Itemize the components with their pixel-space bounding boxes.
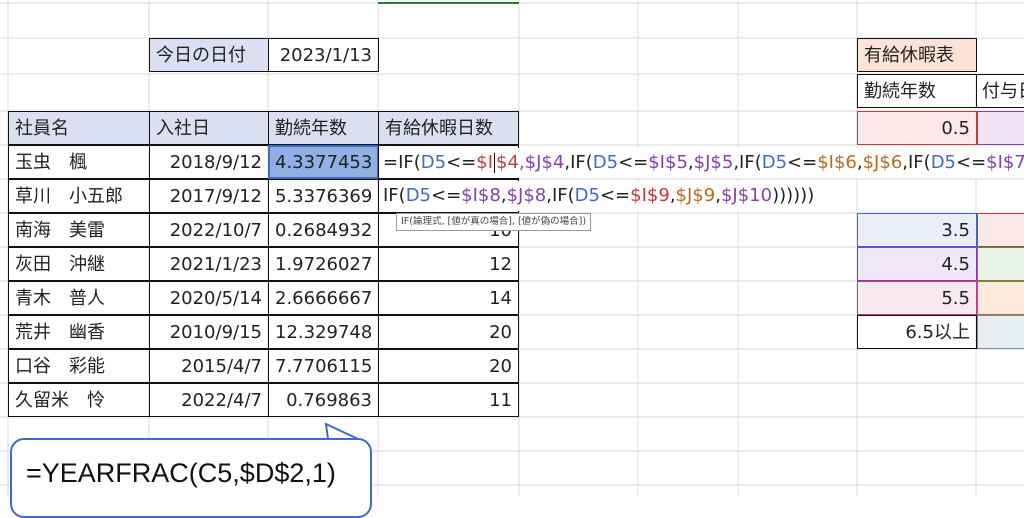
formula-token: $J$8 (506, 185, 547, 206)
leave-years-5[interactable]: 4.5 (857, 247, 977, 281)
paid-leave-days-cell[interactable]: 12 (378, 247, 519, 281)
hire-date-cell[interactable]: 2022/4/7 (149, 383, 269, 417)
hire-date-cell[interactable]: 2020/5/14 (149, 281, 269, 315)
leave-grant-6[interactable] (977, 281, 1024, 315)
formula-token: $I (476, 152, 494, 173)
employee-name-cell[interactable]: 灰田 沖継 (8, 247, 150, 281)
formula-token: D5 (592, 152, 619, 173)
formula-token: D5 (574, 185, 600, 206)
formula-token: $J$4 (524, 152, 565, 173)
paid-leave-days-cell[interactable]: 11 (378, 383, 519, 417)
years-of-service-cell[interactable]: 5.3376369 (268, 179, 379, 213)
hire-date-cell[interactable]: 2022/10/7 (149, 213, 269, 247)
employee-name-cell[interactable]: 南海 美雷 (8, 213, 150, 247)
leave-grant-0[interactable] (977, 111, 1024, 145)
hire-date-cell[interactable]: 2021/1/23 (149, 247, 269, 281)
hire-date-cell[interactable]: 2010/9/15 (149, 315, 269, 349)
formula-token: <= (787, 152, 818, 173)
header-hire-date[interactable]: 入社日 (149, 111, 269, 145)
formula-token: <= (956, 152, 987, 173)
employee-name-cell[interactable]: 玉虫 楓 (8, 145, 150, 179)
formula-token: ,IF( (733, 152, 762, 173)
formula-token: ,IF( (902, 152, 931, 173)
hire-date-cell[interactable]: 2018/9/12 (149, 145, 269, 179)
paid-leave-days-cell[interactable]: 14 (378, 281, 519, 315)
formula-token: <= (446, 152, 477, 173)
formula-token: $I$7, (986, 152, 1024, 173)
years-of-service-cell[interactable]: 7.7706115 (268, 349, 379, 383)
formula-token: $I$6 (817, 152, 857, 173)
employee-name-cell[interactable]: 荒井 幽香 (8, 315, 150, 349)
header-employee-name[interactable]: 社員名 (8, 111, 150, 145)
employee-name-cell[interactable]: 草川 小五郎 (8, 179, 150, 213)
years-of-service-cell[interactable]: 4.3377453 (268, 145, 379, 179)
years-of-service-cell[interactable]: 12.329748 (268, 315, 379, 349)
formula-token: ,IF( (564, 152, 593, 173)
formula-token: $4, (496, 152, 525, 173)
hire-date-cell[interactable]: 2017/9/12 (149, 179, 269, 213)
years-of-service-cell[interactable]: 0.769863 (268, 383, 379, 417)
leave-header-years[interactable]: 勤続年数 (857, 74, 977, 108)
employee-name-cell[interactable]: 久留米 怜 (8, 383, 150, 417)
formula-token: $I$8 (461, 185, 501, 206)
formula-token: D5 (930, 152, 956, 173)
paid-leave-days-cell[interactable]: 20 (378, 315, 519, 349)
formula-token: )))))) (772, 185, 815, 206)
leave-years-7[interactable]: 6.5以上 (857, 315, 977, 349)
formula-token: $J$6 (862, 152, 903, 173)
leave-years-0[interactable]: 0.5 (857, 111, 977, 145)
years-of-service-cell[interactable]: 0.2684932 (268, 213, 379, 247)
leave-header-grant[interactable]: 付与日 (976, 74, 1024, 108)
leave-years-6[interactable]: 5.5 (857, 281, 977, 315)
formula-token: $I$9 (630, 185, 670, 206)
leave-years-4[interactable]: 3.5 (857, 213, 977, 247)
formula-token: D5 (420, 152, 447, 173)
leave-grant-5[interactable] (977, 247, 1024, 281)
formula-token: <= (599, 185, 631, 206)
text-cursor (494, 153, 496, 173)
formula-token: <= (618, 152, 649, 173)
formula-edit-line-2[interactable]: IF(D5<=$I$8,$J$8,IF(D5<=$I$9,$J$9,$J$10)… (381, 181, 815, 211)
leave-grant-7[interactable] (977, 315, 1024, 349)
today-value-cell[interactable]: 2023/1/13 (268, 38, 379, 72)
formula-token: $J$5 (693, 152, 734, 173)
formula-token: =IF( (383, 152, 421, 173)
callout-formula-text: =YEARFRAC(C5,$D$2,1) (26, 458, 336, 488)
formula-token: ,IF( (546, 185, 575, 206)
years-of-service-cell[interactable]: 2.6666667 (268, 281, 379, 315)
paid-leave-days-cell[interactable]: 20 (378, 349, 519, 383)
formula-token: D5 (761, 152, 788, 173)
function-tooltip[interactable]: IF(論理式, [値が真の場合], [値が偽の場合]) (396, 213, 592, 231)
employee-name-cell[interactable]: 青木 普人 (8, 281, 150, 315)
leave-table-title[interactable]: 有給休暇表 (857, 38, 977, 72)
formula-token: $J$9 (675, 185, 716, 206)
header-years-of-service[interactable]: 勤続年数 (268, 111, 379, 145)
formula-token: $J$10 (720, 185, 773, 206)
formula-token: $I$5 (648, 152, 688, 173)
header-paid-leave-days[interactable]: 有給休暇日数 (378, 111, 519, 145)
years-of-service-cell[interactable]: 1.9726027 (268, 247, 379, 281)
employee-name-cell[interactable]: 口谷 彩能 (8, 349, 150, 383)
leave-grant-4[interactable] (977, 213, 1024, 247)
formula-token: IF( (383, 185, 406, 206)
formula-edit-line-1[interactable]: =IF(D5<=$I $4,$J$4,IF(D5<=$I$5,$J$5,IF(D5… (381, 148, 1024, 178)
formula-token: <= (431, 185, 462, 206)
formula-token: D5 (405, 185, 431, 206)
hire-date-cell[interactable]: 2015/4/7 (149, 349, 269, 383)
today-label-cell[interactable]: 今日の日付 (149, 38, 269, 72)
